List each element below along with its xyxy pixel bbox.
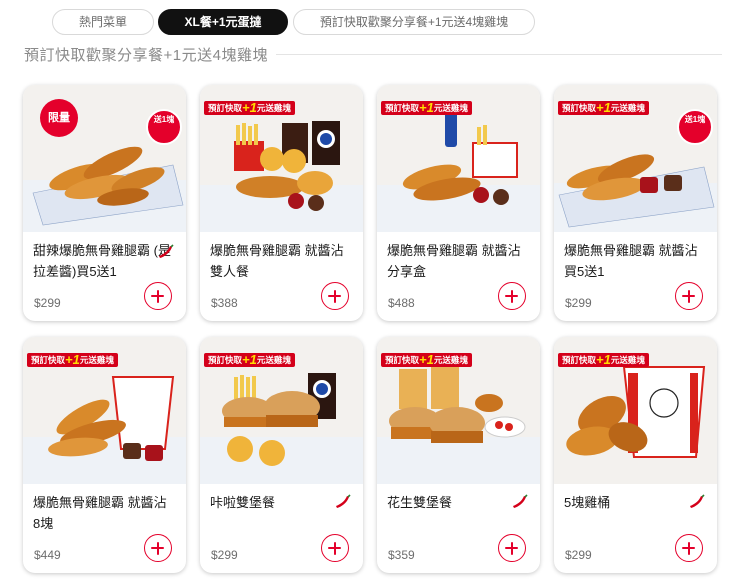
product-card[interactable]: 預訂快取+1元送雞塊 爆脆無骨雞腿霸 就醬沾雙人餐 $388 <box>200 85 363 321</box>
add-to-cart-button[interactable] <box>675 282 703 310</box>
product-image: 預訂快取+1元送雞塊 <box>200 337 363 484</box>
promo-tag: 預訂快取+1元送雞塊 <box>204 353 295 367</box>
product-card[interactable]: 預訂快取+1元送雞塊 5塊雞桶 $299 <box>554 337 717 573</box>
product-name: 爆脆無骨雞腿霸 就醬沾 買5送1 <box>564 243 698 279</box>
product-name: 爆脆無骨雞腿霸 就醬沾雙人餐 <box>210 243 344 279</box>
product-image: 限量 送1塊 <box>23 85 186 232</box>
promo-tag: 預訂快取+1元送雞塊 <box>204 101 295 115</box>
limited-badge: 限量 <box>40 99 78 137</box>
product-image: 預訂快取+1元送雞塊 送1塊 <box>554 85 717 232</box>
add-to-cart-button[interactable] <box>321 282 349 310</box>
chili-pepper-icon <box>336 494 351 508</box>
add-to-cart-button[interactable] <box>675 534 703 562</box>
category-tabs: 熱門菜單 XL餐+1元蛋撻 預訂快取歡聚分享餐+1元送4塊雞塊 <box>0 9 746 35</box>
promo-tag: 預訂快取+1元送雞塊 <box>558 353 649 367</box>
add-to-cart-button[interactable] <box>498 534 526 562</box>
product-price: $299 <box>565 548 592 562</box>
tab-hot-menu[interactable]: 熱門菜單 <box>52 9 154 35</box>
product-image: 預訂快取+1元送雞塊 <box>554 337 717 484</box>
product-image: 預訂快取+1元送雞塊 <box>200 85 363 232</box>
promo-tag: 預訂快取+1元送雞塊 <box>381 353 472 367</box>
add-to-cart-button[interactable] <box>144 534 172 562</box>
promo-tag: 預訂快取+1元送雞塊 <box>558 101 649 115</box>
product-price: $388 <box>211 296 238 310</box>
promo-tag: 預訂快取+1元送雞塊 <box>381 101 472 115</box>
product-price: $359 <box>388 548 415 562</box>
product-card[interactable]: 限量 送1塊 甜辣爆脆無骨雞腿霸 (是拉差醬)買5送1 $299 <box>23 85 186 321</box>
product-price: $488 <box>388 296 415 310</box>
product-image: 預訂快取+1元送雞塊 <box>377 337 540 484</box>
product-card[interactable]: 預訂快取+1元送雞塊 花生雙堡餐 $359 <box>377 337 540 573</box>
product-name: 爆脆無骨雞腿霸 就醬沾 8塊 <box>33 495 167 531</box>
product-card[interactable]: 預訂快取+1元送雞塊 送1塊 爆脆無骨雞腿霸 就醬沾 買5送1 $299 <box>554 85 717 321</box>
section-divider <box>276 54 722 55</box>
product-price: $299 <box>565 296 592 310</box>
product-card[interactable]: 預訂快取+1元送雞塊 咔啦雙堡餐 $299 <box>200 337 363 573</box>
gift-badge: 送1塊 <box>677 109 713 145</box>
product-name: 花生雙堡餐 <box>387 495 453 510</box>
product-card[interactable]: 預訂快取+1元送雞塊 爆脆無骨雞腿霸 就醬沾 8塊 $449 <box>23 337 186 573</box>
add-to-cart-button[interactable] <box>321 534 349 562</box>
add-to-cart-button[interactable] <box>144 282 172 310</box>
product-name: 咔啦雙堡餐 <box>210 495 276 510</box>
gift-badge: 送1塊 <box>146 109 182 145</box>
product-image: 預訂快取+1元送雞塊 <box>23 337 186 484</box>
product-image: 預訂快取+1元送雞塊 <box>377 85 540 232</box>
product-name: 5塊雞桶 <box>564 495 611 510</box>
product-price: $299 <box>34 296 61 310</box>
product-card[interactable]: 預訂快取+1元送雞塊 爆脆無骨雞腿霸 就醬沾分享盒 $488 <box>377 85 540 321</box>
promo-tag: 預訂快取+1元送雞塊 <box>27 353 118 367</box>
product-name: 甜辣爆脆無骨雞腿霸 (是拉差醬)買5送1 <box>33 243 171 279</box>
section-title: 預訂快取歡聚分享餐+1元送4塊雞塊 <box>24 47 268 64</box>
product-price: $449 <box>34 548 61 562</box>
product-price: $299 <box>211 548 238 562</box>
tab-share-meal[interactable]: 預訂快取歡聚分享餐+1元送4塊雞塊 <box>293 9 535 35</box>
chili-pepper-icon <box>513 494 528 508</box>
chili-pepper-icon <box>159 244 174 258</box>
chili-pepper-icon <box>690 494 705 508</box>
add-to-cart-button[interactable] <box>498 282 526 310</box>
tab-xl-meal[interactable]: XL餐+1元蛋撻 <box>158 9 288 35</box>
product-name: 爆脆無骨雞腿霸 就醬沾分享盒 <box>387 243 521 279</box>
